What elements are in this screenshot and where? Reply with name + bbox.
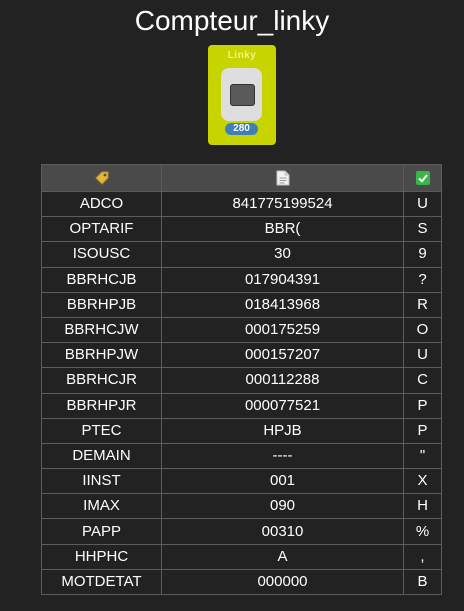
table-row: IMAX 090 H [41, 493, 442, 520]
row-value: 841775199524 [161, 190, 404, 218]
row-value: 018413968 [161, 291, 404, 318]
row-label: ISOUSC [41, 241, 162, 268]
row-value: A [161, 543, 404, 570]
row-label: IMAX [41, 493, 162, 520]
row-checksum: U [403, 190, 442, 218]
table-row: DEMAIN ---- " [41, 442, 442, 470]
row-value: 000175259 [161, 316, 404, 344]
table-row: BBRHPJW 000157207 U [41, 342, 442, 369]
row-value: ---- [161, 442, 404, 470]
row-value: 000077521 [161, 392, 404, 419]
row-label: BBRHPJW [41, 342, 162, 369]
row-checksum: R [403, 291, 442, 318]
table-row: BBRHCJB 017904391? [41, 266, 442, 293]
row-checksum: H [403, 493, 442, 520]
table-row: ADCO 841775199524 U [41, 190, 442, 218]
row-label: HHPHC [41, 543, 162, 570]
table-header-row [41, 164, 442, 192]
row-checksum: " [403, 442, 442, 470]
row-value: 017904391 [161, 266, 404, 293]
table-row: PAPP 00310% [41, 518, 442, 545]
row-value: HPJB [161, 417, 404, 444]
row-label: BBRHPJR [41, 392, 162, 419]
row-checksum: U [403, 342, 442, 369]
row-label: BBRHCJW [41, 316, 162, 344]
linky-meter-image: Linky 280 [208, 45, 276, 145]
row-value: 001 [161, 468, 404, 495]
row-checksum: % [403, 518, 442, 545]
row-label: DEMAIN [41, 442, 162, 470]
row-value: 00310 [161, 518, 404, 545]
row-label: ADCO [41, 190, 162, 218]
row-label: BBRHCJB [41, 266, 162, 293]
tag-icon [94, 171, 108, 185]
row-checksum: P [403, 392, 442, 419]
row-label: OPTARIF [41, 216, 162, 243]
row-checksum: P [403, 417, 442, 444]
device-badge: 280 [225, 123, 258, 135]
value-column-header [161, 164, 404, 192]
row-checksum: 9 [403, 241, 442, 268]
row-label: IINST [41, 468, 162, 495]
device-screen [230, 84, 255, 106]
row-label: PAPP [41, 518, 162, 545]
table-row: IINST 001 X [41, 468, 442, 495]
row-value: BBR( [161, 216, 404, 243]
row-label: PTEC [41, 417, 162, 444]
row-value: 090 [161, 493, 404, 520]
row-value: 000112288 [161, 367, 404, 394]
table-row: OPTARIF BBR(S [41, 216, 442, 243]
table-row: BBRHPJR 000077521 P [41, 392, 442, 419]
table-row: PTEC HPJB P [41, 417, 442, 444]
row-checksum: O [403, 316, 442, 344]
checksum-column-header [403, 164, 442, 192]
row-checksum: ? [403, 266, 442, 293]
row-checksum: B [403, 568, 442, 596]
table-row: MOTDETAT 000000 B [41, 568, 442, 596]
row-label: BBRHCJR [41, 367, 162, 394]
device-body [221, 68, 262, 121]
document-icon [276, 170, 289, 186]
row-value: 000000 [161, 568, 404, 596]
teleinfo-table: ADCO 841775199524 U OPTARIF BBR(S ISOUSC 30 9 BB… [41, 164, 442, 596]
row-checksum: S [403, 216, 442, 243]
label-column-header [41, 164, 162, 192]
row-value: 30 [161, 241, 404, 268]
table-row: BBRHCJW 000175259 O [41, 316, 442, 344]
row-checksum: , [403, 543, 442, 570]
row-checksum: C [403, 367, 442, 394]
checkbox-checked-icon [415, 171, 430, 186]
row-value: 000157207 [161, 342, 404, 369]
device-brand: Linky [227, 50, 257, 61]
page-title: Compteur_linky [134, 5, 330, 36]
table-row: HHPHC A, [41, 543, 442, 570]
table-row: BBRHPJB 018413968 R [41, 291, 442, 318]
row-label: BBRHPJB [41, 291, 162, 318]
row-label: MOTDETAT [41, 568, 162, 596]
table-row: ISOUSC 30 9 [41, 241, 442, 268]
table-row: BBRHCJR 000112288 C [41, 367, 442, 394]
row-checksum: X [403, 468, 442, 495]
